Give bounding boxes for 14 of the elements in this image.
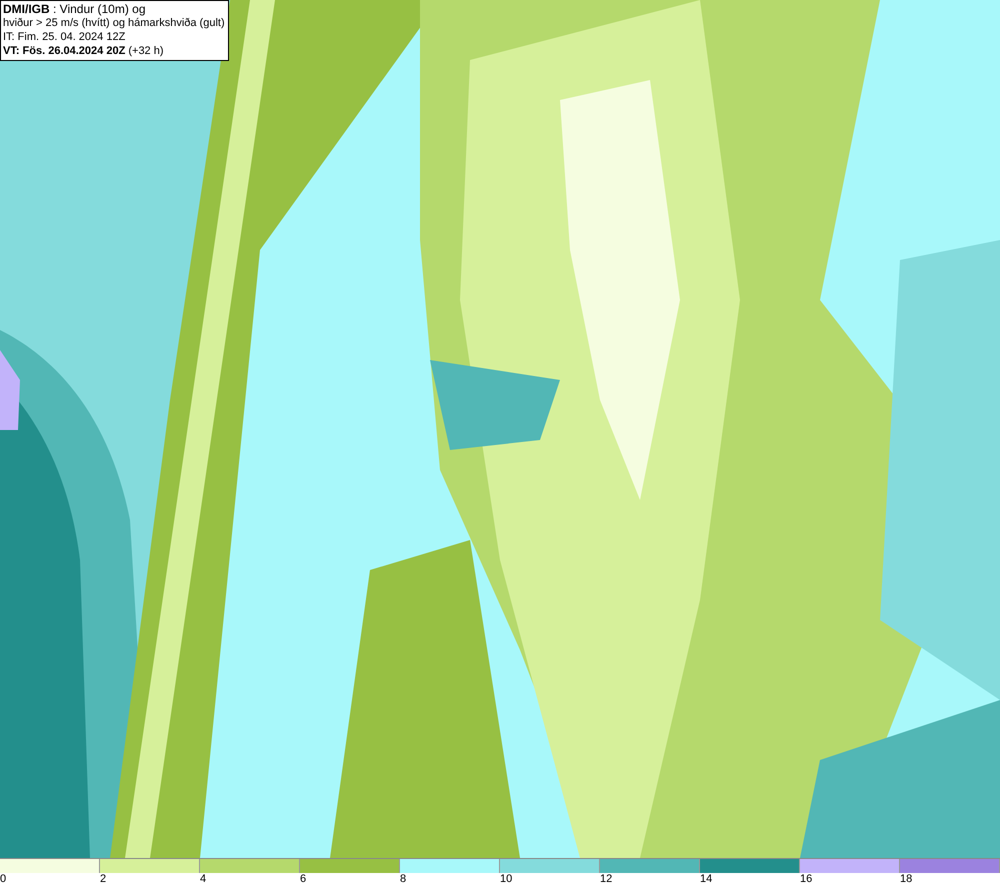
legend-label: 16 bbox=[800, 873, 812, 886]
legend-label: 2 bbox=[100, 873, 106, 886]
legend-label: 12 bbox=[600, 873, 612, 886]
legend-label: 4 bbox=[200, 873, 206, 886]
title-text: IT: Fim. 25. 04. 2024 12Z bbox=[3, 30, 126, 44]
legend-label: 10 bbox=[500, 873, 512, 886]
legend-label: 0 bbox=[0, 873, 6, 886]
legend-label: 6 bbox=[300, 873, 306, 886]
title-text: DMI/IGB : Vindur (10m) og bbox=[3, 2, 146, 16]
legend-label: 14 bbox=[700, 873, 712, 886]
title-text: hviður > 25 m/s (hvítt) og hámarkshviða (gult) bbox=[3, 16, 225, 30]
legend-label: 8 bbox=[400, 873, 406, 886]
legend-label: 18 bbox=[900, 873, 912, 886]
title-text: VT: Fös. 26.04.2024 20Z (+32 h) bbox=[3, 44, 165, 58]
